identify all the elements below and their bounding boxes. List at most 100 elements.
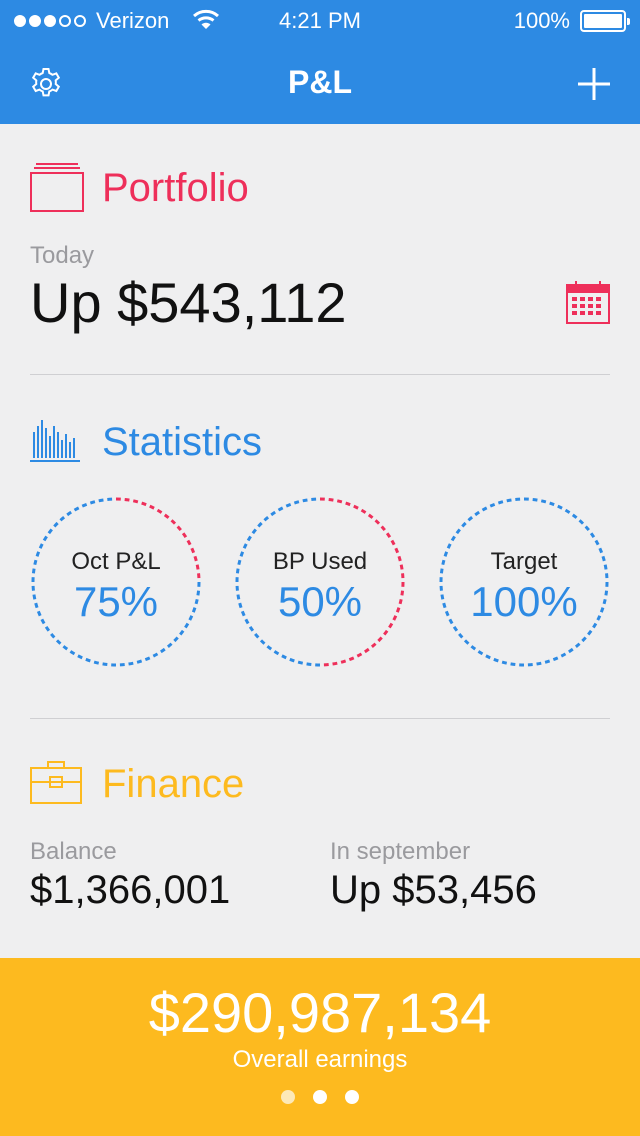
stat-value: 50% <box>277 578 363 625</box>
ring-dash <box>452 626 459 632</box>
divider <box>30 374 610 375</box>
ring-dash <box>544 659 551 664</box>
ring-dash <box>581 636 587 643</box>
ring-dash <box>455 528 461 535</box>
ring-dash <box>390 539 396 546</box>
stat-label: Target <box>490 548 558 575</box>
ring-dash <box>160 647 166 654</box>
portfolio-value: Up $543,112 <box>30 271 347 334</box>
ring-dash <box>293 500 300 505</box>
ring-dash <box>69 650 76 656</box>
stat-label: BP Used <box>272 548 368 575</box>
ring-dash <box>571 513 578 519</box>
calendar-icon <box>566 281 610 324</box>
ring-dash <box>263 516 270 522</box>
ring-dash <box>560 652 567 658</box>
ring-dash <box>470 645 477 651</box>
battery-icon <box>580 10 630 32</box>
ring-dash <box>297 660 304 665</box>
ring-dash <box>93 660 100 665</box>
ring-dash <box>281 654 287 660</box>
ring-dash <box>461 521 467 528</box>
ring-dash <box>574 642 581 648</box>
balance-label: Balance <box>30 838 117 865</box>
ring-dash <box>589 532 596 538</box>
statistics-title: Statistics <box>102 420 263 464</box>
ring-dash <box>474 510 480 517</box>
stat-oct-pl[interactable]: Oct P&L 75% <box>30 496 202 668</box>
battery-percent: 100% <box>513 8 570 33</box>
ring-dash <box>353 504 359 510</box>
page-indicator[interactable] <box>0 1090 640 1104</box>
ring-dash <box>251 528 257 535</box>
ring-dash <box>380 525 386 532</box>
ring-dash <box>549 501 555 507</box>
ring-dash <box>450 535 456 542</box>
ring-dash <box>374 519 381 525</box>
ring-dash <box>458 632 464 639</box>
ring-dash <box>360 508 367 514</box>
page-dot[interactable] <box>281 1090 295 1104</box>
ring-dash <box>364 647 370 654</box>
ring-dash <box>85 657 91 663</box>
ring-dash <box>340 659 347 664</box>
ring-dash <box>77 654 83 660</box>
ring-dash <box>266 645 273 651</box>
add-button[interactable] <box>576 64 612 104</box>
ring-dash <box>285 502 292 508</box>
balance-value: $1,366,001 <box>30 868 231 912</box>
page-title: P&L <box>288 64 352 100</box>
ring-dash <box>186 539 192 546</box>
ring-dash <box>578 519 585 525</box>
ring-dash <box>66 510 72 517</box>
stat-value: 75% <box>73 578 159 625</box>
stat-target[interactable]: Target 100% <box>438 496 610 668</box>
portfolio-icon <box>30 163 84 212</box>
page-dot[interactable] <box>313 1090 327 1104</box>
ring-dash <box>166 642 173 648</box>
month-value: Up $53,456 <box>330 868 537 912</box>
battery-group: 100% <box>513 8 630 34</box>
ring-dash <box>270 510 276 517</box>
ring-dash <box>257 521 263 528</box>
stat-bp-used[interactable]: BP Used 50% <box>234 496 406 668</box>
plus-icon <box>578 68 610 100</box>
status-bar: Verizon 4:21 PM 100% <box>0 0 640 40</box>
ring-dash <box>141 501 147 507</box>
page-dot[interactable] <box>345 1090 359 1104</box>
ring-dash <box>89 500 96 505</box>
calendar-button[interactable] <box>566 280 610 324</box>
ring-dash <box>248 626 255 632</box>
ring-dash <box>348 656 355 662</box>
stat-label: Oct P&L <box>71 548 161 575</box>
ring-dash <box>489 502 496 508</box>
ring-dash <box>59 516 66 522</box>
ring-dash <box>385 532 392 538</box>
ring-dash <box>181 532 188 538</box>
ring-dash <box>98 498 104 503</box>
ring-dash <box>536 661 542 666</box>
ring-dash <box>356 652 363 658</box>
stat-value: 100% <box>470 578 578 625</box>
ring-dash <box>179 629 185 636</box>
ring-dash <box>47 528 53 535</box>
ring-dash <box>170 519 177 525</box>
ring-dash <box>532 497 538 502</box>
ring-dash <box>152 652 159 658</box>
ring-dash <box>102 662 108 667</box>
ring-dash <box>156 508 163 514</box>
earnings-panel[interactable]: $290,987,134 Overall earnings <box>0 958 640 1136</box>
ring-dash <box>485 654 491 660</box>
ring-dash <box>463 639 470 645</box>
top-bar: Verizon 4:21 PM 100% P&L <box>0 0 640 124</box>
ring-dash <box>273 650 280 656</box>
ring-dash <box>44 626 51 632</box>
ring-dash <box>370 642 377 648</box>
ring-dash <box>302 498 308 503</box>
ring-dash <box>128 661 134 666</box>
month-label: In september <box>330 838 471 865</box>
ring-dash <box>501 660 508 665</box>
ring-dash <box>557 504 563 510</box>
ring-dash <box>587 629 593 636</box>
ring-dash <box>493 657 499 663</box>
